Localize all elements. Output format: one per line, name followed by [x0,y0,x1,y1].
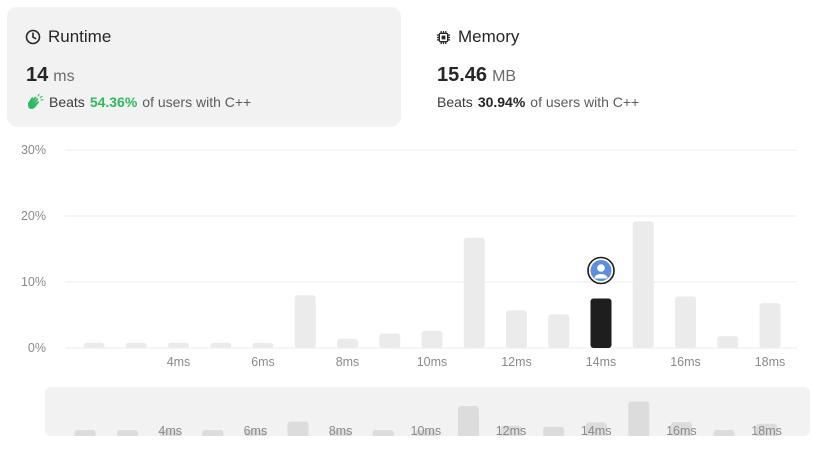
chart-y-axis: 0% 10% 20% 30% [21,143,46,355]
runtime-beats: Beats 54.36% of users with C++ [26,94,251,110]
bar[interactable] [252,342,274,348]
runtime-unit: ms [53,68,75,85]
bar[interactable] [632,221,654,348]
brush-bar [74,430,96,436]
bar[interactable] [379,333,401,348]
bar[interactable] [421,330,443,348]
brush-x-label: 16ms [666,424,697,436]
brush-x-label: 12ms [496,424,527,436]
bar[interactable] [548,314,570,348]
brush-bar [117,430,139,436]
chart-x-axis: 4ms 6ms 8ms 10ms 12ms 14ms 16ms 18ms [167,355,786,369]
memory-title: Memory [458,27,520,46]
brush-x-label: 14ms [581,424,612,436]
memory-beats-suffix: of users with C++ [530,94,640,110]
y-tick-label: 20% [21,209,46,223]
bar[interactable] [759,303,781,348]
x-tick-label: 6ms [251,355,275,369]
brush-bar [628,401,650,436]
brush-x-label: 4ms [158,424,182,436]
bar[interactable] [210,342,232,348]
chart-bars[interactable] [83,221,781,349]
runtime-beats-suffix: of users with C++ [142,94,252,110]
bar[interactable] [294,295,316,348]
y-tick-label: 30% [21,143,46,157]
bar[interactable] [717,336,739,348]
bar[interactable] [675,296,696,348]
runtime-beats-label: Beats [49,94,85,110]
runtime-number: 14 [26,64,49,86]
memory-card[interactable]: Memory 15.46 MB Beats 30.94% of users wit… [418,7,808,127]
y-tick-label: 0% [28,341,46,355]
bar[interactable] [337,338,358,348]
memory-value: 15.46 MB [437,64,516,87]
clock-icon [25,29,41,45]
x-tick-label: 12ms [501,355,532,369]
brush-bar [287,421,309,436]
range-brush[interactable]: 4ms 6ms 8ms 10ms 12ms 14ms 16ms 18ms [45,387,810,436]
memory-beats-label: Beats [437,94,473,110]
runtime-beats-percent: 54.36% [89,94,138,110]
x-tick-label: 10ms [417,355,448,369]
brush-preview[interactable]: 4ms 6ms 8ms 10ms 12ms 14ms 16ms 18ms [45,387,810,436]
brush-bar [543,426,565,436]
x-tick-label: 4ms [167,355,191,369]
memory-beats: Beats 30.94% of users with C++ [437,94,639,110]
memory-beats-percent: 30.94% [477,94,526,110]
bar[interactable] [168,342,189,348]
bar[interactable] [83,342,105,348]
x-tick-label: 14ms [586,355,617,369]
x-tick-label: 8ms [336,355,360,369]
runtime-title: Runtime [48,27,112,46]
y-tick-label: 10% [21,275,46,289]
memory-number: 15.46 [437,64,488,86]
brush-bar [372,430,394,436]
brush-x-label: 8ms [329,424,353,436]
runtime-value: 14 ms [26,64,75,87]
runtime-distribution-chart[interactable]: 0% 10% 20% 30% 4ms 6ms 8ms 10ms 12ms 14ms 16ms 18m… [0,135,815,380]
runtime-header: Runtime [25,27,111,47]
brush-x-label: 10ms [411,424,442,436]
chip-icon [436,30,451,44]
bar[interactable] [125,342,147,348]
user-avatar-marker [587,256,615,285]
clap-hand-icon [28,94,44,109]
bar[interactable] [506,310,527,348]
brush-x-label: 18ms [751,424,782,436]
brush-x-label: 6ms [244,424,268,436]
avatar-head [597,264,605,272]
x-tick-label: 18ms [755,355,786,369]
brush-bar [713,430,735,436]
bar-highlighted[interactable] [590,298,612,349]
memory-unit: MB [492,68,517,85]
runtime-card[interactable]: Runtime 14 ms Beats 54.36% of users with … [7,7,401,127]
memory-header: Memory [436,27,519,47]
bar[interactable] [463,237,485,348]
x-tick-label: 16ms [670,355,701,369]
brush-bar [202,430,224,436]
brush-bar [457,405,479,436]
